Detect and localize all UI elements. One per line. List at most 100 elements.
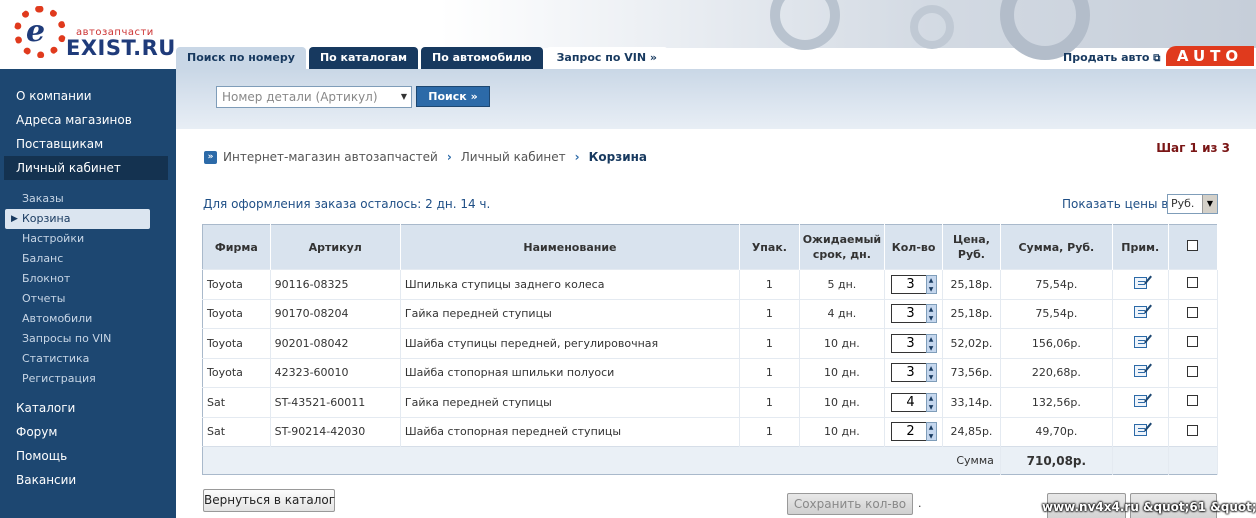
cell-price: 73,56р.: [942, 357, 1001, 388]
triangle-right-icon: ▶: [11, 214, 18, 224]
logo-wordmark: EXIST.RU: [66, 36, 176, 60]
order-time-remaining: Для оформления заказа осталось: 2 дн. 14…: [203, 197, 491, 211]
external-link-icon: ⧉: [1153, 53, 1161, 64]
tab-vin-request[interactable]: Запрос по VIN »: [545, 47, 668, 69]
arrow-down-icon[interactable]: ▼: [927, 373, 936, 382]
row-checkbox[interactable]: [1187, 306, 1199, 318]
sidebar-sub-vin-requests[interactable]: Запросы по VIN: [0, 329, 176, 349]
quantity-input[interactable]: 4: [890, 392, 926, 412]
sidebar-sub-settings[interactable]: Настройки: [0, 229, 176, 249]
sidebar-item-jobs[interactable]: Вакансии: [0, 468, 176, 492]
arrow-up-icon[interactable]: ▲: [927, 305, 936, 314]
sidebar-item-account[interactable]: Личный кабинет: [4, 156, 168, 180]
sidebar-sub-reports[interactable]: Отчеты: [0, 289, 176, 309]
quantity-input[interactable]: 3: [890, 274, 926, 294]
part-number-input[interactable]: Номер детали (Артикул) ▼: [216, 86, 412, 108]
arrow-up-icon[interactable]: ▲: [927, 364, 936, 373]
sidebar-item-catalogs[interactable]: Каталоги: [0, 396, 176, 420]
breadcrumb-account[interactable]: Личный кабинет: [461, 150, 566, 164]
cell-note: [1112, 387, 1169, 417]
sidebar-sub-orders[interactable]: Заказы: [0, 189, 176, 209]
row-checkbox[interactable]: [1187, 365, 1199, 377]
arrow-down-icon[interactable]: ▼: [927, 344, 936, 353]
spinner[interactable]: ▲ ▼: [925, 422, 937, 442]
edit-note-icon[interactable]: [1133, 424, 1147, 437]
sidebar-sub-notebook[interactable]: Блокнот: [0, 269, 176, 289]
breadcrumb-home-icon[interactable]: »: [204, 150, 217, 164]
cell-price: 25,18р.: [942, 298, 1001, 329]
spinner[interactable]: ▲ ▼: [925, 274, 937, 294]
cell-name: Шайба стопорная шпильки полуоси: [400, 357, 741, 388]
cell-qty: 3 ▲ ▼: [884, 328, 944, 358]
sidebar-item-forum[interactable]: Форум: [0, 420, 176, 444]
sidebar-sub-balance[interactable]: Баланс: [0, 249, 176, 269]
site-logo[interactable]: e автозапчасти EXIST.RU: [14, 4, 175, 62]
auto-badge[interactable]: AUTO: [1166, 46, 1254, 66]
search-button[interactable]: Поиск »: [416, 86, 490, 107]
cell-qty: 4 ▲ ▼: [884, 387, 944, 417]
tab-catalogs[interactable]: По каталогам: [308, 47, 418, 69]
cell-term: 10 дн.: [799, 328, 886, 358]
cell-qty: 3 ▲ ▼: [884, 298, 944, 329]
sidebar-item-about[interactable]: О компании: [0, 84, 176, 108]
row-checkbox[interactable]: [1187, 336, 1199, 348]
quantity-stepper[interactable]: 3 ▲ ▼: [890, 274, 937, 294]
arrow-up-icon[interactable]: ▲: [927, 394, 936, 403]
row-checkbox[interactable]: [1187, 395, 1199, 407]
tab-by-car[interactable]: По автомобилю: [421, 47, 543, 69]
sidebar-sub-label: Корзина: [22, 212, 71, 225]
back-to-catalog-button[interactable]: Вернуться в каталог: [203, 489, 335, 512]
edit-note-icon[interactable]: [1133, 335, 1147, 348]
quantity-stepper[interactable]: 4 ▲ ▼: [890, 392, 937, 412]
spinner[interactable]: ▲ ▼: [925, 363, 937, 383]
cell-qty: 3 ▲ ▼: [884, 269, 944, 299]
cell-name: Гайка передней ступицы: [400, 298, 741, 329]
sidebar-item-stores[interactable]: Адреса магазинов: [0, 108, 176, 132]
row-checkbox[interactable]: [1187, 424, 1199, 436]
sidebar-sub-cars[interactable]: Автомобили: [0, 309, 176, 329]
currency-select[interactable]: Руб. ▼: [1167, 194, 1218, 214]
spinner[interactable]: ▲ ▼: [925, 392, 937, 412]
sidebar-item-suppliers[interactable]: Поставщикам: [0, 132, 176, 156]
edit-note-icon[interactable]: [1133, 394, 1147, 407]
sidebar-item-help[interactable]: Помощь: [0, 444, 176, 468]
save-quantity-button[interactable]: Сохранить кол-во: [787, 493, 913, 515]
spinner[interactable]: ▲ ▼: [925, 304, 937, 324]
cell-name: Шайба ступицы передней, регулировочная: [400, 328, 741, 358]
cell-pack: 1: [739, 387, 800, 417]
arrow-up-icon[interactable]: ▲: [927, 276, 936, 285]
quantity-input[interactable]: 3: [890, 363, 926, 383]
edit-note-icon[interactable]: [1133, 276, 1147, 289]
quantity-stepper[interactable]: 3 ▲ ▼: [890, 333, 937, 353]
tab-search-by-number[interactable]: Поиск по номеру: [176, 47, 306, 69]
arrow-down-icon[interactable]: ▼: [927, 314, 936, 323]
row-checkbox[interactable]: [1187, 277, 1199, 289]
column-firm: Фирма: [202, 224, 271, 270]
edit-note-icon[interactable]: [1133, 306, 1147, 319]
breadcrumb-separator-icon: ›: [574, 150, 580, 164]
breadcrumb-home[interactable]: Интернет-магазин автозапчастей: [223, 150, 438, 164]
arrow-down-icon[interactable]: ▼: [927, 432, 936, 441]
arrow-down-icon[interactable]: ▼: [927, 285, 936, 294]
select-all-checkbox[interactable]: [1187, 239, 1199, 251]
quantity-stepper[interactable]: 3 ▲ ▼: [890, 304, 937, 324]
arrow-down-icon[interactable]: ▼: [927, 403, 936, 412]
cell-article: 90201-08042: [270, 328, 401, 358]
spinner[interactable]: ▲ ▼: [925, 333, 937, 353]
sidebar-sub-registration[interactable]: Регистрация: [0, 369, 176, 389]
arrow-up-icon[interactable]: ▲: [927, 335, 936, 344]
edit-note-icon[interactable]: [1133, 365, 1147, 378]
table-header-row: Фирма Артикул Наименование Упак. Ожидаем…: [202, 224, 1219, 270]
quantity-stepper[interactable]: 2 ▲ ▼: [890, 422, 937, 442]
quantity-input[interactable]: 2: [890, 422, 926, 442]
quantity-input[interactable]: 3: [890, 304, 926, 324]
cell-name: Шайба стопорная передней ступицы: [400, 416, 741, 447]
sidebar-sub-statistics[interactable]: Статистика: [0, 349, 176, 369]
quantity-stepper[interactable]: 3 ▲ ▼: [890, 363, 937, 383]
cell-sum: 156,06р.: [1000, 328, 1113, 358]
sell-car-link[interactable]: Продать авто ⧉: [1063, 51, 1160, 64]
quantity-input[interactable]: 3: [890, 333, 926, 353]
sidebar-sub-cart[interactable]: ▶ Корзина: [5, 209, 150, 229]
total-label: Сумма: [202, 446, 1001, 475]
arrow-up-icon[interactable]: ▲: [927, 423, 936, 432]
